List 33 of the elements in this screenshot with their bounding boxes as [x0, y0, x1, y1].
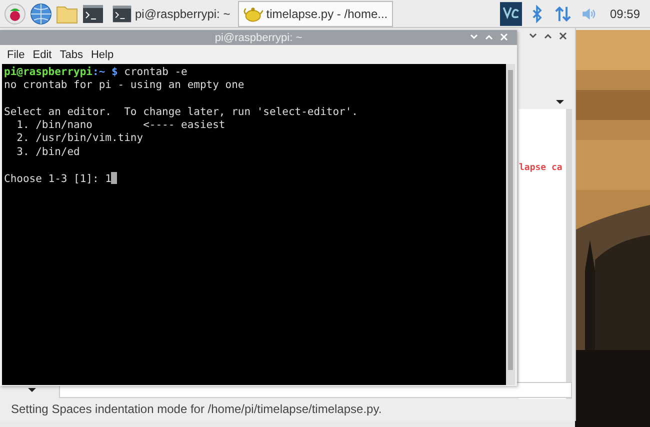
dropdown-arrow-icon[interactable]: [555, 99, 565, 105]
close-icon[interactable]: [558, 31, 568, 41]
globe-icon[interactable]: [30, 2, 52, 24]
menu-item[interactable]: Help: [90, 48, 114, 60]
terminal-line: no crontab for pi - using an empty one: [4, 79, 246, 93]
raspberry-icon[interactable]: [4, 2, 26, 24]
vnc-icon[interactable]: [500, 2, 522, 26]
menu-item[interactable]: Tabs: [60, 48, 83, 60]
minimize-icon[interactable]: [469, 32, 479, 42]
taskbar-button[interactable]: timelapse.py - /home...: [238, 0, 393, 26]
maximize-icon[interactable]: [484, 32, 494, 42]
terminal-icon: [112, 4, 132, 24]
taskbar-button[interactable]: pi@raspberrypi: ~: [108, 0, 234, 26]
menu-item[interactable]: File: [7, 48, 25, 60]
terminal-line: Select an editor. To change later, run 'select-editor'.: [4, 106, 360, 120]
maximize-icon[interactable]: [543, 31, 553, 41]
menu-item[interactable]: Edit: [32, 48, 52, 60]
terminal-line: 1. /bin/nano <---- easiest: [16, 119, 226, 132]
window-title: pi@raspberrypi: ~: [214, 32, 302, 44]
status-message: Setting Spaces indentation mode for /home/pi/timelapse/timelapse.py.: [11, 402, 382, 416]
text-cursor: [111, 172, 118, 184]
scrollbar[interactable]: [506, 64, 515, 385]
minimize-icon[interactable]: [528, 31, 538, 41]
scrollbar[interactable]: [566, 109, 572, 399]
terminal-line: 3. /bin/ed: [16, 146, 81, 160]
dropdown-arrow-icon[interactable]: [27, 387, 37, 393]
network-arrows-icon[interactable]: [554, 4, 571, 22]
terminal-line: Choose 1-3 [1]: 1: [4, 172, 504, 186]
terminal-icon[interactable]: [82, 2, 104, 24]
clock: 09:59: [610, 6, 640, 20]
terminal-line: pi@raspberrypi:~ $ crontab -e: [4, 66, 188, 80]
terminal-line: 2. /usr/bin/vim.tiny: [16, 132, 144, 146]
code-text: lapse ca: [519, 163, 562, 173]
